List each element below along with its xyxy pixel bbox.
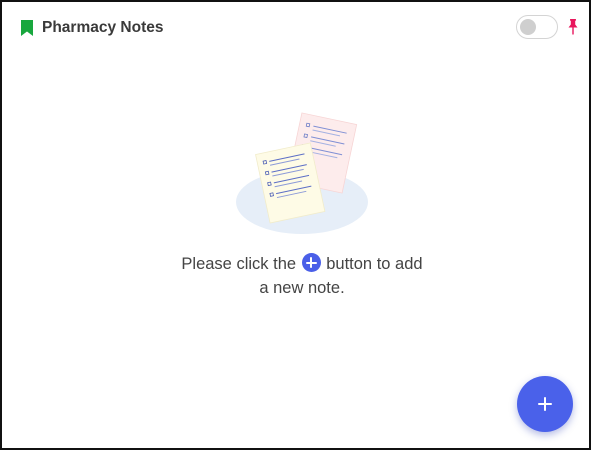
pin-icon[interactable] [566, 18, 580, 36]
bookmark-icon [21, 20, 33, 36]
toggle-knob [520, 19, 536, 35]
header: Pharmacy Notes [2, 2, 589, 54]
page-title: Pharmacy Notes [42, 19, 164, 36]
empty-state-text-before: Please click the [181, 255, 297, 273]
empty-state-text-after: button to add [326, 255, 423, 273]
add-note-button[interactable] [517, 376, 573, 432]
toggle-switch[interactable] [516, 15, 558, 39]
empty-state-line-2: a new note. [259, 279, 345, 297]
empty-state-line-1: Please click the button to add [147, 252, 457, 276]
plus-circle-icon [301, 253, 321, 272]
empty-state-message: Please click the button to add a new not… [147, 252, 457, 300]
notes-panel: Pharmacy Notes Please click the button t… [0, 0, 591, 450]
notes-illustration [236, 112, 368, 234]
